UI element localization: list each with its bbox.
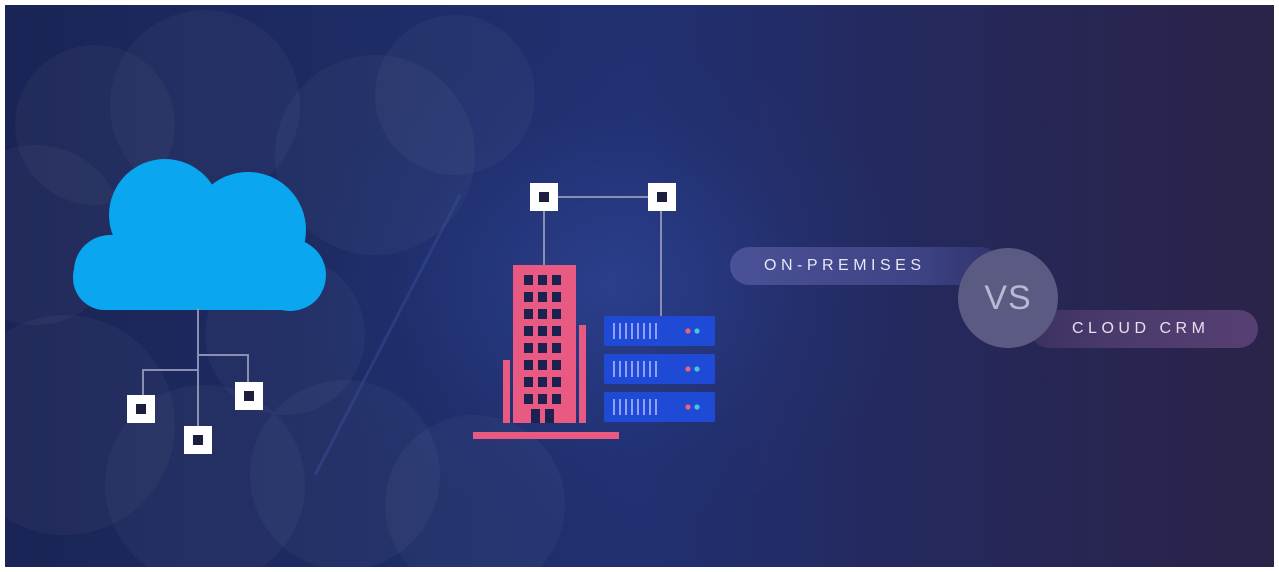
server-unit [604,316,715,346]
network-node-icon [235,382,263,410]
office-building-icon [473,265,619,439]
network-node-icon [648,183,676,211]
cloud-crm-label: CLOUD CRM [1072,320,1210,337]
network-node-icon [184,426,212,454]
on-premises-pill: ON-PREMISES [730,247,1000,285]
vs-label: VS [984,278,1032,317]
cloud-crm-pill: CLOUD CRM [1030,310,1258,348]
network-node-icon [530,183,558,211]
cloud-icon [73,159,326,311]
server-rack-icon [604,316,715,422]
network-node-icon [127,395,155,423]
scene-graphics [73,159,715,454]
vs-badge: VS [958,248,1058,348]
illustration-frame: ON-PREMISES CLOUD CRM VS [5,5,1274,567]
cloud-network-lines [142,308,249,437]
on-premises-label: ON-PREMISES [764,257,926,274]
server-unit [604,392,715,422]
server-unit [604,354,715,384]
